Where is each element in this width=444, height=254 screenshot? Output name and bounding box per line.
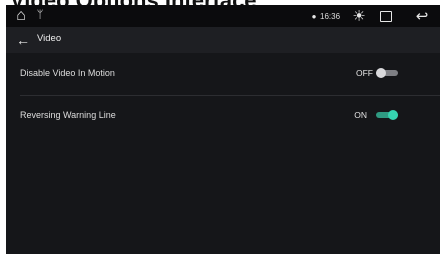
back-arrow-icon[interactable]: ← xyxy=(14,31,32,49)
setting-value: ON xyxy=(354,110,367,120)
toggle-knob xyxy=(376,68,386,78)
title-bar: ← Video xyxy=(6,27,440,53)
page-title: Video xyxy=(37,33,62,44)
return-icon[interactable]: ↩ xyxy=(413,7,431,25)
status-time: 16:36 xyxy=(320,11,341,21)
reversing-warning-line-toggle[interactable] xyxy=(376,110,398,120)
toggle-knob xyxy=(388,110,398,120)
brightness-icon[interactable]: ☀ xyxy=(348,6,370,26)
home-icon[interactable]: ⌂ xyxy=(12,6,30,26)
setting-label: Disable Video In Motion xyxy=(20,68,115,78)
location-icon: ● xyxy=(311,11,317,21)
row-divider xyxy=(20,95,440,96)
disable-video-in-motion-toggle[interactable] xyxy=(376,68,398,78)
setting-row-reversing-warning-line[interactable]: Reversing Warning Line ON xyxy=(6,98,440,133)
setting-row-disable-video-in-motion[interactable]: Disable Video In Motion OFF xyxy=(6,56,440,91)
window-icon[interactable] xyxy=(378,9,394,23)
status-bar: ⌂ ᛘ ● 16:36 ☀ ↩ xyxy=(6,5,440,27)
setting-value: OFF xyxy=(356,68,373,78)
head-unit-screen: ⌂ ᛘ ● 16:36 ☀ ↩ ← Video Disable Video In… xyxy=(6,5,440,254)
usb-icon: ᛘ xyxy=(36,9,44,21)
setting-label: Reversing Warning Line xyxy=(20,110,116,120)
